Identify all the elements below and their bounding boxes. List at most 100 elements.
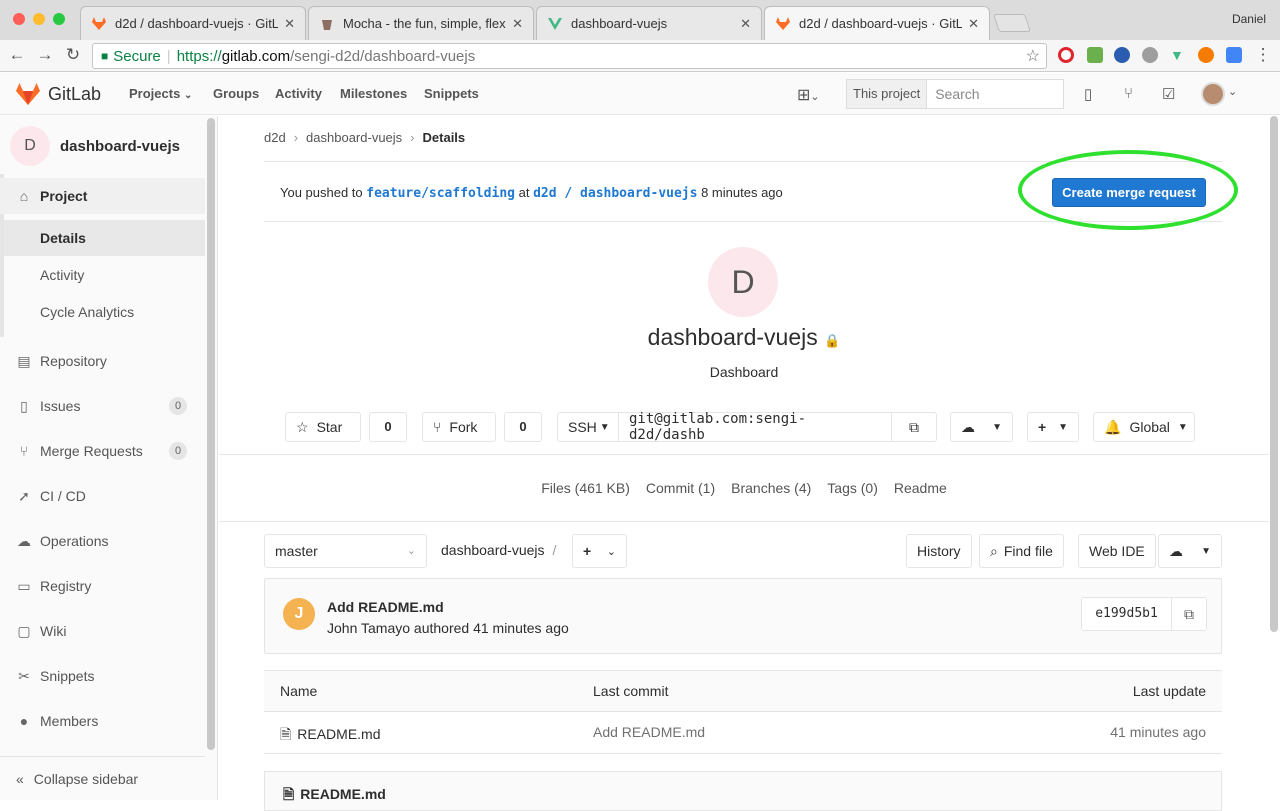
commit-sha-link[interactable]: e199d5b1 <box>1082 598 1172 630</box>
sidebar-project-header[interactable]: D dashboard-vuejs <box>10 126 180 166</box>
copy-sha-icon[interactable]: ⧉ <box>1172 598 1206 630</box>
extension-icon[interactable] <box>1087 47 1103 63</box>
nav-groups[interactable]: Groups <box>213 86 259 101</box>
history-button[interactable]: History <box>906 534 972 568</box>
add-new-dropdown[interactable]: + ▼ <box>1027 412 1079 442</box>
clone-protocol-dropdown[interactable]: SSH ▼ <box>557 412 619 442</box>
chevron-down-icon[interactable]: ⌄ <box>1228 85 1237 98</box>
commit-title-link[interactable]: Add README.md <box>327 599 444 615</box>
new-tab-button[interactable] <box>993 14 1031 32</box>
close-tab-icon[interactable]: ✕ <box>740 16 751 32</box>
sidebar-subitem-cycle-analytics[interactable]: Cycle Analytics <box>4 294 205 330</box>
file-name-link[interactable]: 🗎 README.md <box>280 724 381 748</box>
sidebar-item-registry[interactable]: ▭ Registry <box>0 568 205 604</box>
back-icon[interactable]: ← <box>7 45 27 65</box>
fork-button[interactable]: ⑂ Fork <box>422 412 496 442</box>
repo-root-link[interactable]: dashboard-vuejs <box>441 542 545 558</box>
sidebar-item-project[interactable]: ⌂ Project <box>0 178 205 214</box>
stat-branches-link[interactable]: Branches (4) <box>731 480 811 496</box>
browser-tab-active[interactable]: d2d / dashboard-vuejs · GitLab ✕ <box>764 6 990 40</box>
browser-tab[interactable]: Mocha - the fun, simple, flexible ✕ <box>308 6 534 40</box>
sidebar-item-members[interactable]: ● Members <box>0 703 205 739</box>
url-input[interactable]: ■ Secure | https://gitlab.com/sengi-d2d/… <box>92 43 1047 69</box>
web-ide-button[interactable]: Web IDE <box>1078 534 1156 568</box>
user-avatar[interactable] <box>1201 82 1225 106</box>
readme-panel-header: 🗎 README.md <box>264 771 1222 811</box>
extension-icon[interactable] <box>1198 47 1214 63</box>
breadcrumb-project-link[interactable]: dashboard-vuejs <box>306 130 402 145</box>
extension-icon[interactable] <box>1142 47 1158 63</box>
clone-url-input[interactable]: git@gitlab.com:sengi-d2d/dashb <box>618 411 892 443</box>
sidebar-item-merge-requests[interactable]: ⑂ Merge Requests 0 <box>0 433 205 469</box>
stat-commits-link[interactable]: Commit (1) <box>646 480 715 496</box>
cast-icon[interactable] <box>1226 47 1242 63</box>
gitlab-home-link[interactable]: GitLab <box>16 83 101 105</box>
collapse-sidebar-button[interactable]: « Collapse sidebar <box>0 756 205 800</box>
project-description: Dashboard <box>709 364 779 380</box>
clipboard-icon: ⧉ <box>909 418 919 435</box>
page-scrollbar[interactable] <box>1270 116 1278 632</box>
nav-activity[interactable]: Activity <box>275 86 322 101</box>
browser-profile-name[interactable]: Daniel <box>1232 12 1266 26</box>
add-to-tree-dropdown[interactable]: + ⌄ <box>572 534 627 568</box>
sidebar-item-label: Operations <box>40 533 109 549</box>
opera-extension-icon[interactable] <box>1058 47 1074 63</box>
close-tab-icon[interactable]: ✕ <box>284 16 295 32</box>
close-tab-icon[interactable]: ✕ <box>968 16 979 32</box>
browser-tab[interactable]: dashboard-vuejs ✕ <box>536 6 762 40</box>
minimize-window-button[interactable] <box>33 13 45 25</box>
search-input[interactable]: Search <box>927 80 1063 108</box>
sidebar-project-name: dashboard-vuejs <box>60 137 181 155</box>
nav-milestones[interactable]: Milestones <box>340 86 407 101</box>
close-tab-icon[interactable]: ✕ <box>512 16 523 32</box>
star-count[interactable]: 0 <box>369 412 407 442</box>
stat-readme-link[interactable]: Readme <box>894 480 947 496</box>
vue-devtools-icon[interactable]: ▼ <box>1170 47 1186 63</box>
close-window-button[interactable] <box>13 13 25 25</box>
sidebar-item-wiki[interactable]: ▢ Wiki <box>0 613 205 649</box>
stat-files-link[interactable]: Files (461 KB) <box>541 480 630 496</box>
sidebar-item-label: CI / CD <box>40 488 86 504</box>
nav-snippets[interactable]: Snippets <box>424 86 479 101</box>
search-icon: ⌕ <box>990 542 998 559</box>
new-item-dropdown[interactable]: ⊞⌄ <box>797 85 820 105</box>
notification-dropdown[interactable]: 🔔 Global ▼ <box>1093 412 1195 442</box>
sidebar-subitem-activity[interactable]: Activity <box>4 257 205 293</box>
nav-projects[interactable]: Projects ⌄ <box>129 86 192 101</box>
fork-count[interactable]: 0 <box>504 412 542 442</box>
find-file-button[interactable]: ⌕ Find file <box>979 534 1064 568</box>
browser-menu-icon[interactable]: ⋮ <box>1253 45 1273 65</box>
repo-download-dropdown[interactable]: ☁ ▼ <box>1158 534 1222 568</box>
branch-selector[interactable]: master ⌄ <box>264 534 427 568</box>
sidebar-subitem-details[interactable]: Details <box>4 220 205 256</box>
chevron-down-icon: ⌄ <box>406 545 416 557</box>
browser-tab[interactable]: d2d / dashboard-vuejs · GitLab ✕ <box>80 6 306 40</box>
file-tree-table: Name Last commit Last update 🗎 README.md … <box>264 670 1222 754</box>
project-title: dashboard-vuejs 🔒 <box>219 324 1269 351</box>
pushed-branch-link[interactable]: feature/scaffolding <box>366 186 515 201</box>
copy-url-button[interactable]: ⧉ <box>891 412 937 442</box>
commit-author-avatar[interactable]: J <box>283 598 315 630</box>
todos-check-icon[interactable]: ☑ <box>1162 85 1175 103</box>
sidebar-item-ci-cd[interactable]: ➚ CI / CD <box>0 478 205 514</box>
sidebar-item-operations[interactable]: ☁ Operations <box>0 523 205 559</box>
reload-icon[interactable]: ↻ <box>63 45 83 65</box>
extension-icon[interactable] <box>1114 47 1130 63</box>
pushed-project-link[interactable]: d2d / dashboard-vuejs <box>533 186 697 201</box>
download-dropdown[interactable]: ☁ ▼ <box>950 412 1013 442</box>
issues-icon[interactable]: ▯ <box>1084 85 1092 103</box>
file-last-commit-link[interactable]: Add README.md <box>593 724 705 740</box>
search-box[interactable]: This project Search <box>846 79 1064 109</box>
stat-tags-link[interactable]: Tags (0) <box>827 480 878 496</box>
sidebar-scrollbar[interactable] <box>207 118 215 750</box>
merge-request-icon[interactable]: ⑂ <box>1124 85 1133 102</box>
maximize-window-button[interactable] <box>53 13 65 25</box>
star-button[interactable]: ☆ Star <box>285 412 361 442</box>
forward-icon[interactable]: → <box>35 45 55 65</box>
breadcrumb-group-link[interactable]: d2d <box>264 130 286 145</box>
sidebar-item-repository[interactable]: ▤ Repository <box>0 343 205 379</box>
table-row[interactable]: 🗎 README.md Add README.md 41 minutes ago <box>264 712 1222 754</box>
sidebar-item-issues[interactable]: ▯ Issues 0 <box>0 388 205 424</box>
sidebar-item-snippets[interactable]: ✂ Snippets <box>0 658 205 694</box>
bookmark-star-icon[interactable]: ☆ <box>1026 46 1040 66</box>
